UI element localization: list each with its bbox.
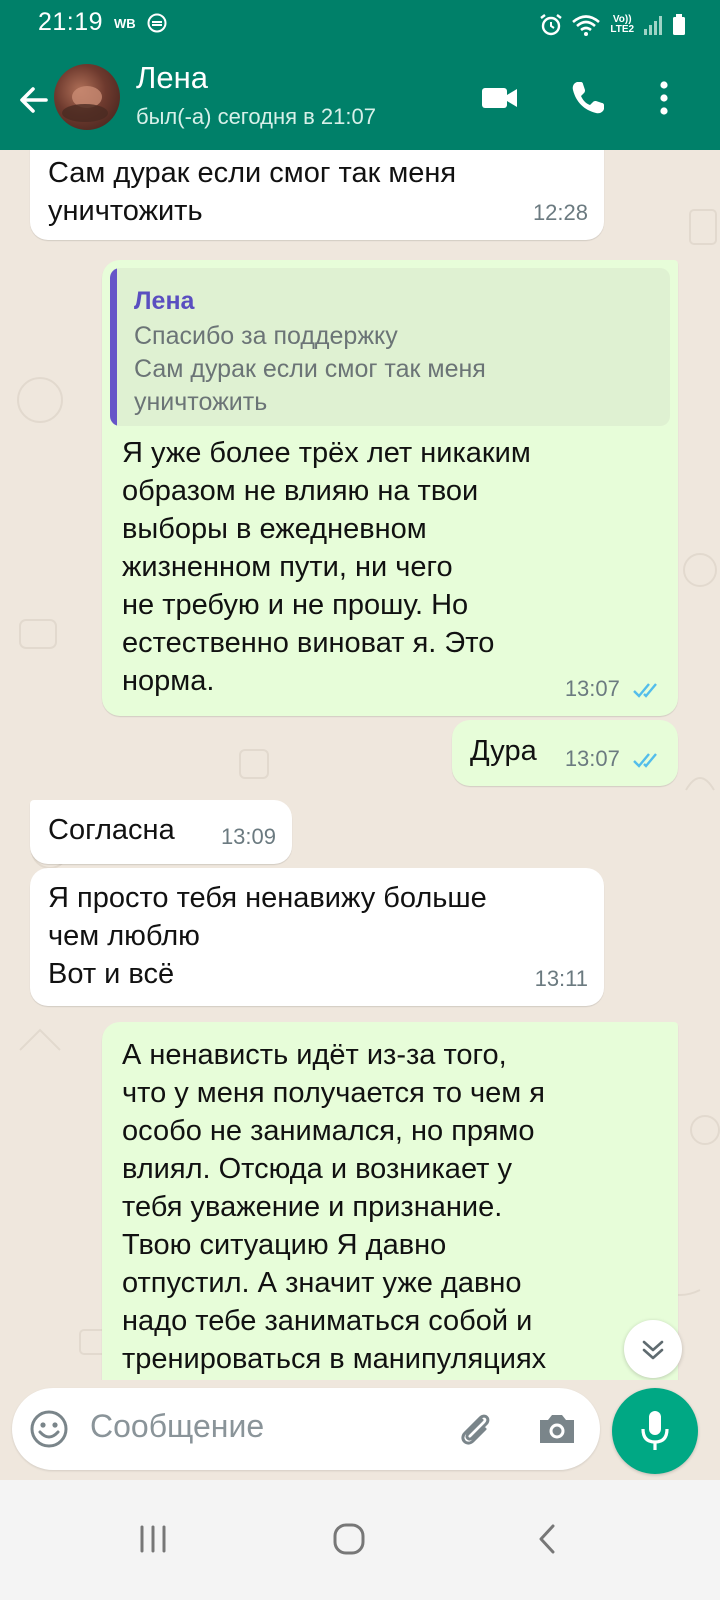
message-input-box[interactable]: Сообщение bbox=[12, 1388, 600, 1470]
message-time: 13:07 bbox=[564, 746, 620, 771]
status-time: 21:19 bbox=[38, 8, 104, 36]
message-bubble-incoming[interactable]: Согласна 13:09 bbox=[30, 800, 292, 864]
voice-call-icon[interactable] bbox=[566, 76, 610, 120]
last-seen-status[interactable]: был(-а) сегодня в 21:07 bbox=[136, 104, 376, 130]
message-meta: 13:07 bbox=[565, 670, 662, 708]
quote-accent-bar bbox=[110, 268, 117, 426]
camera-icon[interactable] bbox=[534, 1406, 580, 1452]
data-saver-icon bbox=[147, 13, 167, 33]
more-options-icon[interactable] bbox=[642, 76, 686, 120]
wifi-icon bbox=[572, 15, 601, 37]
battery-icon bbox=[673, 14, 685, 36]
signal-icon bbox=[644, 16, 663, 36]
message-composer: Сообщение bbox=[0, 1380, 720, 1480]
status-bar: 21:19 WB Vo)) LTE2 bbox=[0, 0, 720, 44]
message-time: 13:11 bbox=[534, 966, 588, 991]
emoji-icon[interactable] bbox=[28, 1408, 70, 1450]
scroll-to-bottom-button[interactable] bbox=[624, 1320, 682, 1378]
message-input-field[interactable]: Сообщение bbox=[90, 1408, 264, 1445]
quoted-message[interactable]: Лена Спасибо за поддержку Сам дурак если… bbox=[110, 268, 670, 426]
message-time: 12:28 bbox=[532, 200, 588, 225]
chat-messages-area[interactable]: Сам дурак если смог так меня уничтожить … bbox=[0, 150, 720, 1380]
status-icons: Vo)) LTE2 bbox=[538, 10, 686, 37]
system-back-icon[interactable] bbox=[522, 1514, 572, 1564]
double-chevron-down-icon bbox=[642, 1340, 664, 1360]
message-text: Сам дурак если смог так меня уничтожить bbox=[48, 157, 457, 227]
message-meta: 13:07 bbox=[565, 740, 662, 778]
contact-name[interactable]: Лена bbox=[136, 60, 208, 96]
carrier-label: WB bbox=[114, 16, 136, 31]
lte-bottom-label: LTE2 bbox=[610, 24, 635, 36]
chat-header: Лена был(-а) сегодня в 21:07 bbox=[0, 60, 720, 140]
read-receipt-icon bbox=[633, 753, 657, 768]
microphone-icon bbox=[641, 1411, 669, 1450]
message-time: 13:09 bbox=[220, 824, 276, 849]
message-time: 13:07 bbox=[564, 676, 620, 701]
message-text: Я уже более трёх лет никаким образом не … bbox=[122, 437, 531, 697]
message-bubble-outgoing[interactable]: А ненависть идёт из-за того, что у меня … bbox=[102, 1022, 678, 1380]
message-text: Я просто тебя ненавижу больше чем люблю … bbox=[48, 882, 487, 990]
message-bubble-outgoing[interactable]: Лена Спасибо за поддержку Сам дурак если… bbox=[102, 260, 678, 716]
contact-avatar[interactable] bbox=[54, 64, 120, 130]
message-bubble-incoming[interactable]: Я просто тебя ненавижу больше чем люблю … bbox=[30, 868, 604, 1006]
message-text: Дура bbox=[470, 735, 537, 767]
back-arrow-icon[interactable] bbox=[14, 80, 54, 120]
system-navigation-bar bbox=[0, 1480, 720, 1600]
recent-apps-icon[interactable] bbox=[128, 1514, 178, 1564]
message-text: А ненависть идёт из-за того, что у меня … bbox=[122, 1039, 547, 1375]
quoted-author: Лена bbox=[134, 287, 195, 315]
alarm-icon bbox=[540, 14, 563, 36]
voice-message-button[interactable] bbox=[612, 1388, 698, 1474]
quoted-text: Спасибо за поддержку Сам дурак если смог… bbox=[134, 322, 486, 416]
home-icon[interactable] bbox=[324, 1514, 374, 1564]
message-text: Согласна bbox=[48, 814, 175, 846]
attachment-icon[interactable] bbox=[452, 1406, 498, 1452]
video-call-icon[interactable] bbox=[478, 76, 522, 120]
lte-indicator: Vo)) LTE2 bbox=[610, 15, 634, 35]
message-bubble-outgoing[interactable]: Дура 13:07 bbox=[452, 720, 678, 786]
message-bubble-incoming[interactable]: Сам дурак если смог так меня уничтожить … bbox=[30, 150, 604, 240]
app-header-bar: 21:19 WB Vo)) LTE2 Лена был(-а) сегодня … bbox=[0, 0, 720, 150]
read-receipt-icon bbox=[633, 683, 657, 698]
